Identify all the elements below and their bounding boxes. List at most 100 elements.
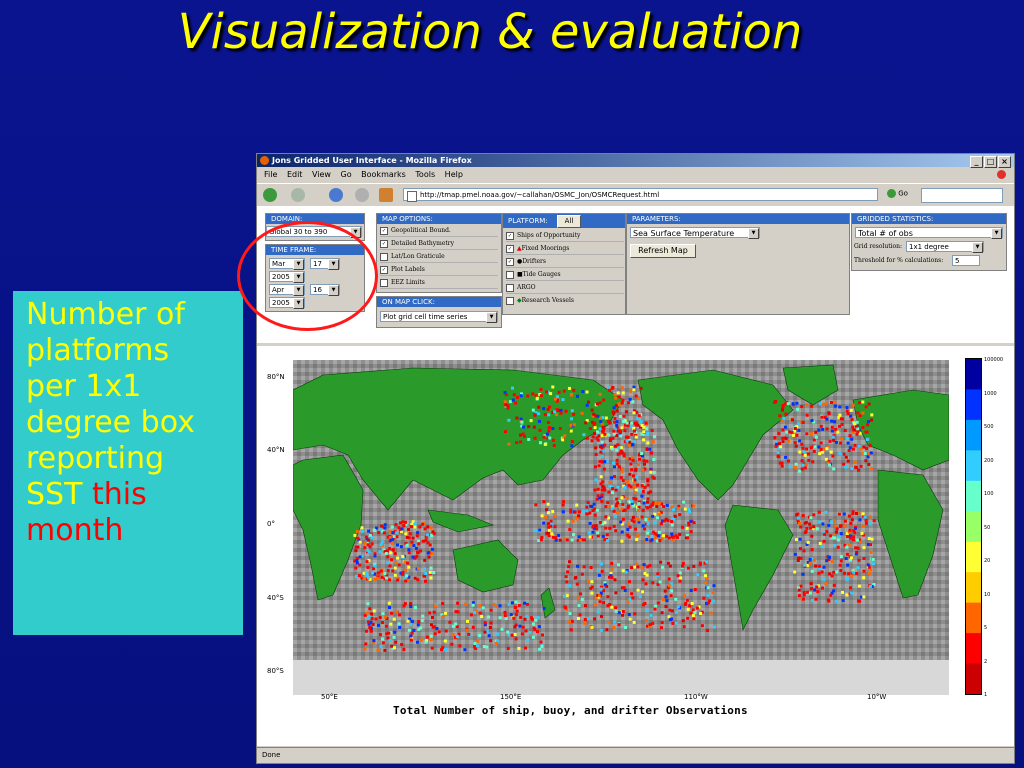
observation-cell (554, 413, 558, 417)
url-bar[interactable]: http://tmap.pmel.noaa.gov/~callahan/OSMC… (403, 188, 878, 202)
forward-icon[interactable] (291, 188, 305, 202)
observation-cell (585, 512, 589, 516)
home-icon[interactable] (379, 188, 393, 202)
search-box[interactable] (921, 188, 1003, 203)
checkbox[interactable]: ✓ (506, 244, 514, 253)
observation-cell (857, 584, 861, 588)
menu-view[interactable]: View (312, 170, 331, 179)
platform-tide-gauges[interactable]: ■Tide Gauges (506, 270, 624, 281)
close-button[interactable]: × (998, 156, 1011, 168)
checkbox[interactable]: ✓ (506, 257, 514, 266)
observation-cell (681, 564, 684, 568)
platform-ships[interactable]: ✓ Ships of Opportunity (506, 231, 624, 242)
refresh-map-button[interactable]: Refresh Map (630, 244, 696, 258)
checkbox[interactable] (506, 296, 514, 305)
lon-label-50e: 50°E (321, 693, 338, 701)
observation-cell (608, 603, 612, 606)
option-graticule[interactable]: Lat/Lon Graticule (380, 252, 498, 263)
observation-cell (536, 630, 539, 634)
platform-argo[interactable]: ARGO (506, 283, 624, 294)
callout-line: reporting (26, 441, 165, 476)
threshold-input[interactable]: 5 (952, 255, 980, 266)
observation-cell (615, 458, 619, 462)
observation-cell (388, 547, 392, 550)
observation-cell (434, 604, 437, 608)
minimize-button[interactable]: _ (970, 156, 983, 168)
checkbox[interactable] (506, 270, 514, 279)
observation-cell (796, 422, 800, 426)
go-button[interactable]: Go (887, 189, 908, 198)
menu-bookmarks[interactable]: Bookmarks (361, 170, 406, 179)
observation-cell (808, 561, 812, 565)
menu-go[interactable]: Go (341, 170, 352, 179)
checkbox[interactable]: ✓ (380, 226, 388, 235)
on-map-click-select[interactable]: Plot grid cell time series ▼ (380, 311, 498, 323)
observation-cell (712, 584, 716, 588)
observation-cell (545, 531, 549, 535)
observation-cell (853, 443, 857, 447)
observation-cell (425, 635, 429, 639)
grid-resolution-select[interactable]: 1x1 degree ▼ (906, 241, 984, 253)
observation-cell (798, 537, 802, 541)
checkbox[interactable] (506, 283, 514, 292)
checkbox[interactable]: ✓ (380, 239, 388, 248)
menu-tools[interactable]: Tools (415, 170, 435, 179)
menu-file[interactable]: File (264, 170, 277, 179)
observation-cell (593, 488, 597, 492)
observation-cell (671, 516, 675, 520)
observation-cell (540, 514, 544, 518)
observation-cell (402, 648, 406, 651)
menu-edit[interactable]: Edit (287, 170, 303, 179)
observation-cell (377, 531, 381, 535)
platform-drifters[interactable]: ✓ ●Drifters (506, 257, 624, 268)
parameter-select[interactable]: Sea Surface Temperature ▼ (630, 227, 760, 239)
observation-cell (687, 566, 690, 570)
menu-help[interactable]: Help (445, 170, 463, 179)
observation-cell (642, 438, 646, 442)
checkbox[interactable] (380, 252, 388, 261)
stop-icon[interactable] (355, 188, 369, 202)
platform-research-vessels[interactable]: ◆Research Vessels (506, 296, 624, 306)
observation-cell (569, 423, 573, 427)
observation-cell (819, 441, 823, 445)
observation-cell (547, 429, 551, 433)
checkbox[interactable]: ✓ (380, 265, 388, 274)
platform-all-button[interactable]: All (557, 215, 581, 228)
map-graphic (293, 360, 949, 695)
maximize-button[interactable]: □ (984, 156, 997, 168)
observation-cell (861, 512, 865, 516)
observation-map[interactable] (293, 360, 949, 695)
observation-cell (662, 598, 665, 602)
observation-cell (422, 574, 426, 578)
observation-cell (809, 582, 813, 586)
platform-moorings[interactable]: ✓ ▲Fixed Moorings (506, 244, 624, 255)
observation-cell (822, 402, 826, 406)
observation-cell (683, 507, 687, 511)
observation-cell (858, 414, 862, 418)
option-geopolitical[interactable]: ✓ Geopolitical Bound. (380, 226, 498, 237)
observation-cell (630, 592, 634, 596)
observation-cell (546, 502, 550, 506)
observation-cell (675, 610, 679, 614)
observation-cell (867, 572, 871, 576)
observation-cell (431, 616, 434, 619)
observation-cell (833, 404, 837, 408)
stop-loading-icon[interactable] (997, 170, 1006, 179)
observation-cell (590, 505, 594, 508)
checkbox[interactable] (380, 278, 388, 287)
reload-icon[interactable] (329, 188, 343, 202)
observation-cell (811, 460, 815, 464)
option-eez[interactable]: EEZ Limits (380, 278, 498, 289)
colorbar-swatch (966, 602, 981, 634)
back-icon[interactable] (263, 188, 277, 202)
observation-cell (588, 427, 592, 430)
observation-cell (872, 519, 876, 522)
observation-cell (827, 411, 831, 415)
observation-cell (864, 521, 868, 525)
observation-cell (483, 621, 487, 625)
option-bathymetry[interactable]: ✓ Detailed Bathymetry (380, 239, 498, 250)
statistic-select[interactable]: Total # of obs ▼ (855, 227, 1003, 239)
observation-cell (388, 530, 392, 534)
option-plot-labels[interactable]: ✓ Plot Labels (380, 265, 498, 276)
checkbox[interactable]: ✓ (506, 231, 514, 240)
